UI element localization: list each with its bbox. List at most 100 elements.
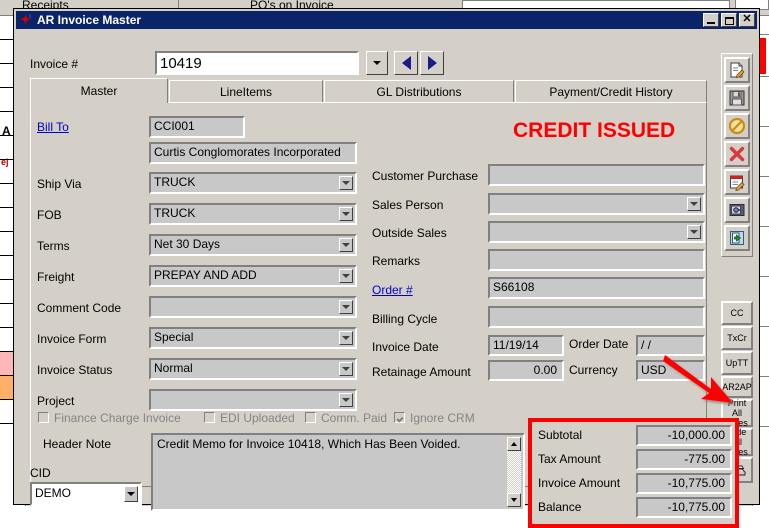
order-number-input[interactable]: S66108 — [488, 277, 705, 299]
cancel-button[interactable] — [724, 113, 750, 139]
comm-paid-label: Comm. Paid — [321, 411, 387, 425]
bill-to-name-input[interactable]: Curtis Conglomorates Incorporated — [149, 142, 357, 164]
new-record-button[interactable] — [724, 57, 750, 83]
ar-invoice-master-window: ✦ AR Invoice Master ✕ Invoice # 10419 Ma… — [14, 9, 759, 504]
outside-sales-combo[interactable] — [488, 221, 705, 243]
exit-icon — [728, 229, 746, 247]
header-note-textarea[interactable]: Credit Memo for Invoice 10418, Which Has… — [151, 433, 525, 511]
delete-button[interactable] — [724, 141, 750, 167]
bill-to-link[interactable]: Bill To — [37, 120, 69, 134]
project-combo[interactable] — [149, 389, 357, 411]
app-star-icon: ✦ — [19, 13, 33, 27]
right-icon-toolbar — [721, 53, 753, 257]
scroll-down-button[interactable] — [507, 493, 521, 507]
retainage-amount-input[interactable]: 0.00 — [488, 360, 564, 381]
chevron-down-icon[interactable] — [339, 331, 353, 345]
chevron-down-icon[interactable] — [339, 176, 353, 190]
sales-person-label: Sales Person — [372, 198, 443, 212]
invoice-date-input[interactable]: 11/19/14 — [488, 335, 564, 356]
scroll-track[interactable] — [507, 451, 521, 493]
remarks-label: Remarks — [372, 254, 420, 268]
chevron-down-icon — [511, 498, 517, 502]
close-icon: ✕ — [742, 14, 751, 25]
balance-label: Balance — [538, 500, 581, 514]
edi-uploaded-checkbox[interactable] — [204, 412, 215, 423]
terms-combo[interactable]: Net 30 Days — [149, 234, 357, 256]
customer-purchase-input[interactable] — [488, 164, 705, 186]
header-note-text: Credit Memo for Invoice 10418, Which Has… — [157, 437, 461, 451]
subtotal-value: -10,000.00 — [636, 425, 732, 446]
chevron-up-icon — [511, 442, 517, 446]
finance-charge-label: Finance Charge Invoice — [54, 411, 181, 425]
close-button[interactable]: ✕ — [739, 13, 755, 27]
freight-combo[interactable]: PREPAY AND ADD — [149, 265, 357, 287]
chevron-down-icon — [373, 61, 381, 65]
bill-to-code-input[interactable]: CCI001 — [149, 116, 245, 138]
tax-amount-label: Tax Amount — [538, 452, 601, 466]
invoice-amount-value: -10,775.00 — [636, 473, 732, 494]
cc-button[interactable]: CC — [721, 301, 753, 325]
invoice-form-combo[interactable]: Special — [149, 327, 357, 349]
scroll-up-button[interactable] — [507, 437, 521, 451]
order-number-link[interactable]: Order # — [372, 283, 413, 297]
invoice-date-label: Invoice Date — [372, 340, 439, 354]
chevron-down-icon[interactable] — [339, 362, 353, 376]
invoice-status-label: Invoice Status — [37, 363, 112, 377]
chevron-down-icon[interactable] — [124, 486, 138, 502]
invoice-dropdown-button[interactable] — [366, 51, 388, 75]
chevron-down-icon[interactable] — [339, 207, 353, 221]
invoice-form-label: Invoice Form — [37, 332, 106, 346]
finance-charge-checkbox[interactable] — [38, 412, 49, 423]
edi-uploaded-label: EDI Uploaded — [220, 411, 295, 425]
notes-button[interactable] — [724, 169, 750, 195]
previous-record-icon — [402, 56, 411, 70]
tab-lineitems[interactable]: LineItems — [169, 80, 323, 103]
chevron-down-icon[interactable] — [339, 393, 353, 407]
ship-via-combo[interactable]: TRUCK — [149, 172, 357, 194]
outside-sales-label: Outside Sales — [372, 226, 447, 240]
invoice-number-label: Invoice # — [30, 57, 78, 71]
exit-button[interactable] — [724, 225, 750, 251]
fob-combo[interactable]: TRUCK — [149, 203, 357, 225]
save-icon — [728, 89, 746, 107]
save-button[interactable] — [724, 85, 750, 111]
invoice-number-input[interactable]: 10419 — [155, 51, 359, 75]
previous-record-button[interactable] — [394, 51, 418, 75]
balance-value: -10,775.00 — [636, 497, 732, 518]
comm-paid-checkbox[interactable] — [305, 412, 316, 423]
ignore-crm-label: Ignore CRM — [410, 411, 475, 425]
tab-gl-distributions[interactable]: GL Distributions — [324, 80, 514, 103]
retainage-amount-label: Retainage Amount — [372, 365, 471, 379]
comment-code-combo[interactable] — [149, 296, 357, 318]
chevron-down-icon[interactable] — [339, 238, 353, 252]
chevron-down-icon[interactable] — [339, 269, 353, 283]
chevron-down-icon[interactable] — [687, 225, 701, 239]
subtotal-label: Subtotal — [538, 428, 582, 442]
header-note-scrollbar[interactable] — [507, 437, 521, 507]
next-record-button[interactable] — [420, 51, 444, 75]
chevron-down-icon[interactable] — [339, 300, 353, 314]
window-title-bar[interactable]: ✦ AR Invoice Master ✕ — [16, 11, 757, 29]
chevron-down-icon[interactable] — [687, 197, 701, 211]
tab-master[interactable]: Master — [30, 78, 168, 103]
maximize-button[interactable] — [721, 13, 737, 27]
minimize-button[interactable] — [703, 13, 719, 27]
cid-label: CID — [30, 466, 51, 480]
ignore-crm-checkbox[interactable] — [394, 412, 405, 423]
remarks-input[interactable] — [488, 249, 705, 271]
txcr-button[interactable]: TxCr — [721, 326, 753, 350]
vault-button[interactable] — [724, 197, 750, 223]
window-body: Invoice # 10419 Master LineItems GL Dist… — [16, 29, 757, 504]
background-grid-letter: A — [2, 124, 11, 138]
comment-code-label: Comment Code — [37, 301, 121, 315]
credit-issued-stamp: CREDIT ISSUED — [513, 119, 675, 143]
new-record-icon — [728, 61, 746, 79]
header-note-label: Header Note — [43, 437, 111, 451]
order-date-label: Order Date — [569, 337, 628, 351]
billing-cycle-input[interactable] — [488, 306, 705, 328]
sales-person-combo[interactable] — [488, 193, 705, 215]
tab-payment-credit-history[interactable]: Payment/Credit History — [515, 80, 707, 103]
invoice-status-combo[interactable]: Normal — [149, 358, 357, 380]
cid-combo[interactable]: DEMO — [30, 482, 142, 506]
next-record-icon — [428, 56, 437, 70]
